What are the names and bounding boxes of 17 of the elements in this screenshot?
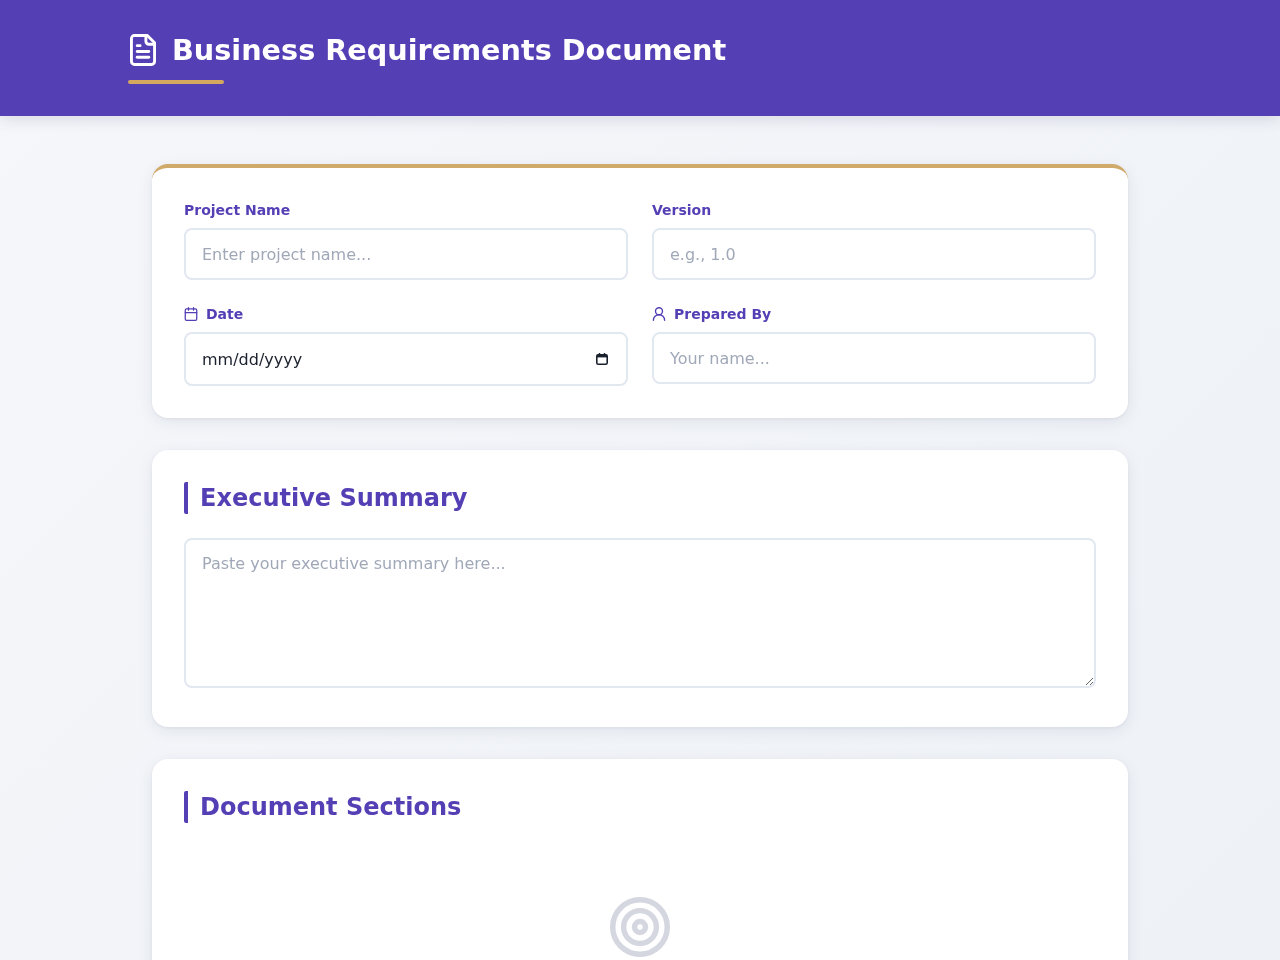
text-field[interactable]: e.g., 1.0	[652, 228, 1096, 280]
document-icon	[130, 34, 156, 66]
date-field[interactable]: mm/dd/yyyy	[184, 332, 628, 386]
field-label: Prepared By	[674, 305, 772, 324]
text-field[interactable]: Your name...	[652, 332, 1096, 384]
page-title: Business Requirements Document	[172, 32, 727, 68]
calendar-icon[interactable]	[595, 352, 609, 366]
field-label: Date	[206, 305, 244, 324]
text-field[interactable]: Enter project name...	[184, 228, 628, 280]
field-label: Project Name	[184, 201, 291, 220]
calendar-icon	[184, 307, 198, 321]
section-heading: Document Sections	[184, 791, 1096, 823]
section-heading: Executive Summary	[184, 482, 1096, 514]
field-label: Version	[652, 201, 712, 220]
target-icon	[610, 897, 670, 957]
summary-textarea[interactable]: Paste your executive summary here...	[184, 538, 1096, 688]
person-icon	[652, 307, 666, 321]
